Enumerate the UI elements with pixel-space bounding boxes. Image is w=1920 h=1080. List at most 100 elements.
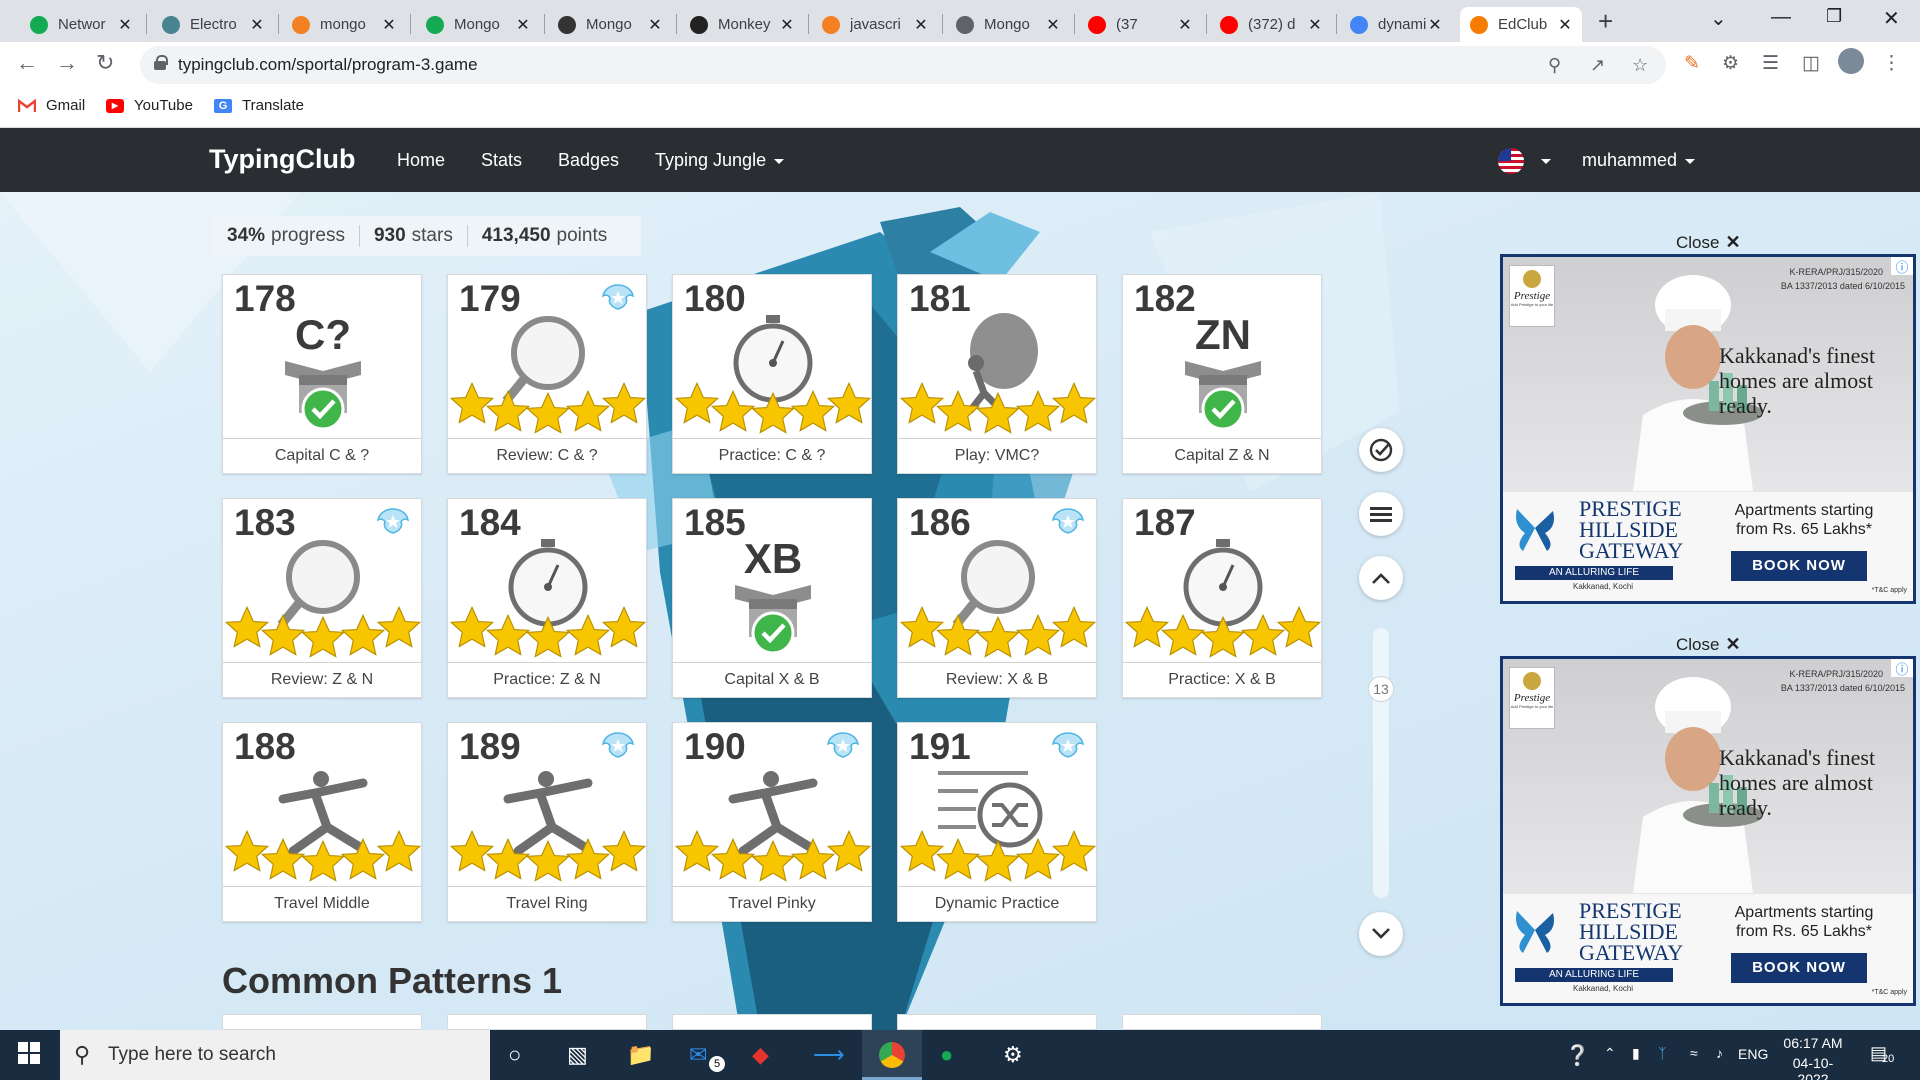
tab-0[interactable]: Networ ✕	[20, 7, 142, 42]
notifications-icon[interactable]: ▤ 20	[1870, 1043, 1894, 1065]
wifi-icon[interactable]: ≈	[1690, 1045, 1698, 1061]
tab-4[interactable]: Mongo ✕	[548, 7, 672, 42]
tab-3[interactable]: Mongo ✕	[416, 7, 540, 42]
scroll-position-indicator[interactable]: 13	[1368, 676, 1394, 702]
lesson-card-180[interactable]: 180 Practice: C & ?	[672, 274, 872, 474]
tab-close-icon[interactable]: ✕	[514, 15, 532, 35]
ad-choices-icon[interactable]: ⓘ	[1891, 659, 1913, 677]
tab-close-icon[interactable]: ✕	[380, 15, 398, 35]
lesson-card-188[interactable]: 188 Travel Middle	[222, 722, 422, 922]
nav-stats[interactable]: Stats	[481, 150, 522, 171]
app-diamond-icon[interactable]: ◆	[752, 1042, 769, 1068]
pen-extension-icon[interactable]: ✎	[1684, 52, 1700, 75]
help-icon[interactable]: ❔	[1565, 1043, 1590, 1068]
extensions-puzzle-icon[interactable]: ⚙	[1722, 52, 1739, 75]
reload-button[interactable]: ↻	[96, 50, 114, 76]
lesson-card-186[interactable]: 186 Review: X & B	[897, 498, 1097, 698]
ad-choices-icon[interactable]: ⓘ	[1891, 257, 1913, 275]
share-icon[interactable]: ↗	[1590, 55, 1605, 76]
vscode-icon[interactable]: ⟶	[813, 1042, 845, 1068]
lesson-card-183[interactable]: 183 Review: Z & N	[222, 498, 422, 698]
profile-avatar[interactable]	[1838, 48, 1864, 74]
lesson-card-184[interactable]: 184 Practice: Z & N	[447, 498, 647, 698]
language-chevron-down-icon[interactable]	[1541, 159, 1551, 164]
nav-typing-jungle[interactable]: Typing Jungle	[655, 150, 785, 171]
settings-gear-icon[interactable]: ⚙	[1003, 1042, 1023, 1068]
side-panel-icon[interactable]: ◫	[1802, 52, 1820, 75]
lesson-card-191[interactable]: 191 Dynamic Practice	[897, 722, 1097, 922]
tab-close-icon[interactable]: ✕	[1306, 15, 1324, 35]
tab-close-icon[interactable]: ✕	[1044, 15, 1062, 35]
tab-10[interactable]: dynami ✕	[1340, 7, 1452, 42]
address-bar[interactable]: typingclub.com/sportal/program-3.game ⚲ …	[140, 46, 1666, 84]
maximize-button[interactable]: ❐	[1826, 6, 1842, 27]
book-now-button[interactable]: BOOK NOW	[1731, 551, 1867, 581]
battery-icon[interactable]: ▮	[1632, 1045, 1640, 1062]
bookmark-star-icon[interactable]: ☆	[1632, 55, 1648, 76]
cortana-icon[interactable]: ○	[508, 1042, 521, 1068]
clock[interactable]: 06:17 AM 04-10-2022	[1778, 1035, 1848, 1080]
ad-close-button[interactable]: Close ✕	[1676, 232, 1741, 253]
tab-close-icon[interactable]: ✕	[1176, 15, 1194, 35]
forward-button[interactable]: →	[56, 50, 78, 76]
chrome-menu-icon[interactable]: ⋮	[1882, 52, 1901, 75]
list-view-button[interactable]	[1359, 492, 1403, 536]
completed-filter-button[interactable]	[1359, 428, 1403, 472]
new-tab-button[interactable]: +	[1598, 6, 1613, 37]
bookmark-translate[interactable]: G Translate	[214, 97, 304, 114]
lesson-card-189[interactable]: 189 Travel Ring	[447, 722, 647, 922]
tab-close-icon[interactable]: ✕	[116, 15, 134, 35]
key-icon[interactable]: ⚲	[1548, 55, 1561, 76]
tab-5[interactable]: Monkey ✕	[680, 7, 804, 42]
lock-icon[interactable]	[154, 55, 168, 70]
bookmark-gmail[interactable]: Gmail	[18, 97, 85, 114]
lesson-card-182[interactable]: ZN 182 Capital Z & N	[1122, 274, 1322, 474]
minimize-button[interactable]: —	[1771, 6, 1791, 29]
tab-close-icon[interactable]: ✕	[1426, 15, 1444, 35]
lesson-card-190[interactable]: 190 Travel Pinky	[672, 722, 872, 922]
prestige-ad-banner[interactable]: Prestige Add Prestige to your life K-RERA/…	[1500, 254, 1916, 604]
task-view-icon[interactable]: ▧	[567, 1042, 588, 1068]
lesson-card-178[interactable]: C? 178 Capital C & ?	[222, 274, 422, 474]
lesson-card-179[interactable]: 179 Review: C & ?	[447, 274, 647, 474]
tab-close-icon[interactable]: ✕	[912, 15, 930, 35]
tab-11[interactable]: EdClub ✕	[1460, 7, 1582, 42]
windows-start-icon[interactable]	[18, 1042, 40, 1070]
mongodb-compass-icon[interactable]: ●	[940, 1042, 953, 1068]
bluetooth-icon[interactable]: ᛉ	[1658, 1045, 1666, 1061]
lesson-card-181[interactable]: 181 Play: VMC?	[897, 274, 1097, 474]
tab-close-icon[interactable]: ✕	[248, 15, 266, 35]
tab-8[interactable]: (37 ✕	[1078, 7, 1202, 42]
tab-1[interactable]: Electro ✕	[152, 7, 274, 42]
tab-6[interactable]: javascri ✕	[812, 7, 938, 42]
back-button[interactable]: ←	[16, 50, 38, 76]
chrome-taskbar-button[interactable]	[862, 1030, 922, 1080]
typingclub-logo[interactable]: TypingClub	[209, 144, 355, 175]
nav-badges[interactable]: Badges	[558, 150, 619, 171]
scroll-up-button[interactable]	[1359, 556, 1403, 600]
tab-9[interactable]: (372) d ✕	[1210, 7, 1332, 42]
lesson-card-187[interactable]: 187 Practice: X & B	[1122, 498, 1322, 698]
us-flag-icon[interactable]	[1498, 148, 1524, 174]
tray-chevron-up-icon[interactable]: ⌃	[1604, 1045, 1616, 1062]
prestige-ad-banner[interactable]: Prestige Add Prestige to your life K-RERA/…	[1500, 656, 1916, 1006]
tab-close-icon[interactable]: ✕	[1556, 15, 1574, 35]
tab-2[interactable]: mongo ✕	[282, 7, 406, 42]
scroll-down-button[interactable]	[1359, 912, 1403, 956]
reading-list-icon[interactable]: ☰	[1762, 52, 1779, 75]
lesson-card-185[interactable]: XB 185 Capital X & B	[672, 498, 872, 698]
ad-close-button[interactable]: Close ✕	[1676, 634, 1741, 655]
tab-search-icon[interactable]: ⌄	[1710, 6, 1727, 31]
file-explorer-icon[interactable]: 📁	[627, 1042, 654, 1068]
volume-icon[interactable]: ♪	[1716, 1045, 1723, 1061]
tab-close-icon[interactable]: ✕	[646, 15, 664, 35]
tab-close-icon[interactable]: ✕	[778, 15, 796, 35]
taskbar-search-box[interactable]: ⚲ Type here to search	[60, 1030, 490, 1080]
tab-7[interactable]: Mongo ✕	[946, 7, 1070, 42]
mail-icon[interactable]: ✉ 5	[689, 1042, 725, 1072]
book-now-button[interactable]: BOOK NOW	[1731, 953, 1867, 983]
progress-scroll-track[interactable]	[1373, 628, 1389, 898]
user-menu[interactable]: muhammed	[1582, 150, 1696, 171]
bookmark-youtube[interactable]: ▶ YouTube	[106, 97, 193, 114]
window-close-button[interactable]: ✕	[1883, 6, 1900, 31]
